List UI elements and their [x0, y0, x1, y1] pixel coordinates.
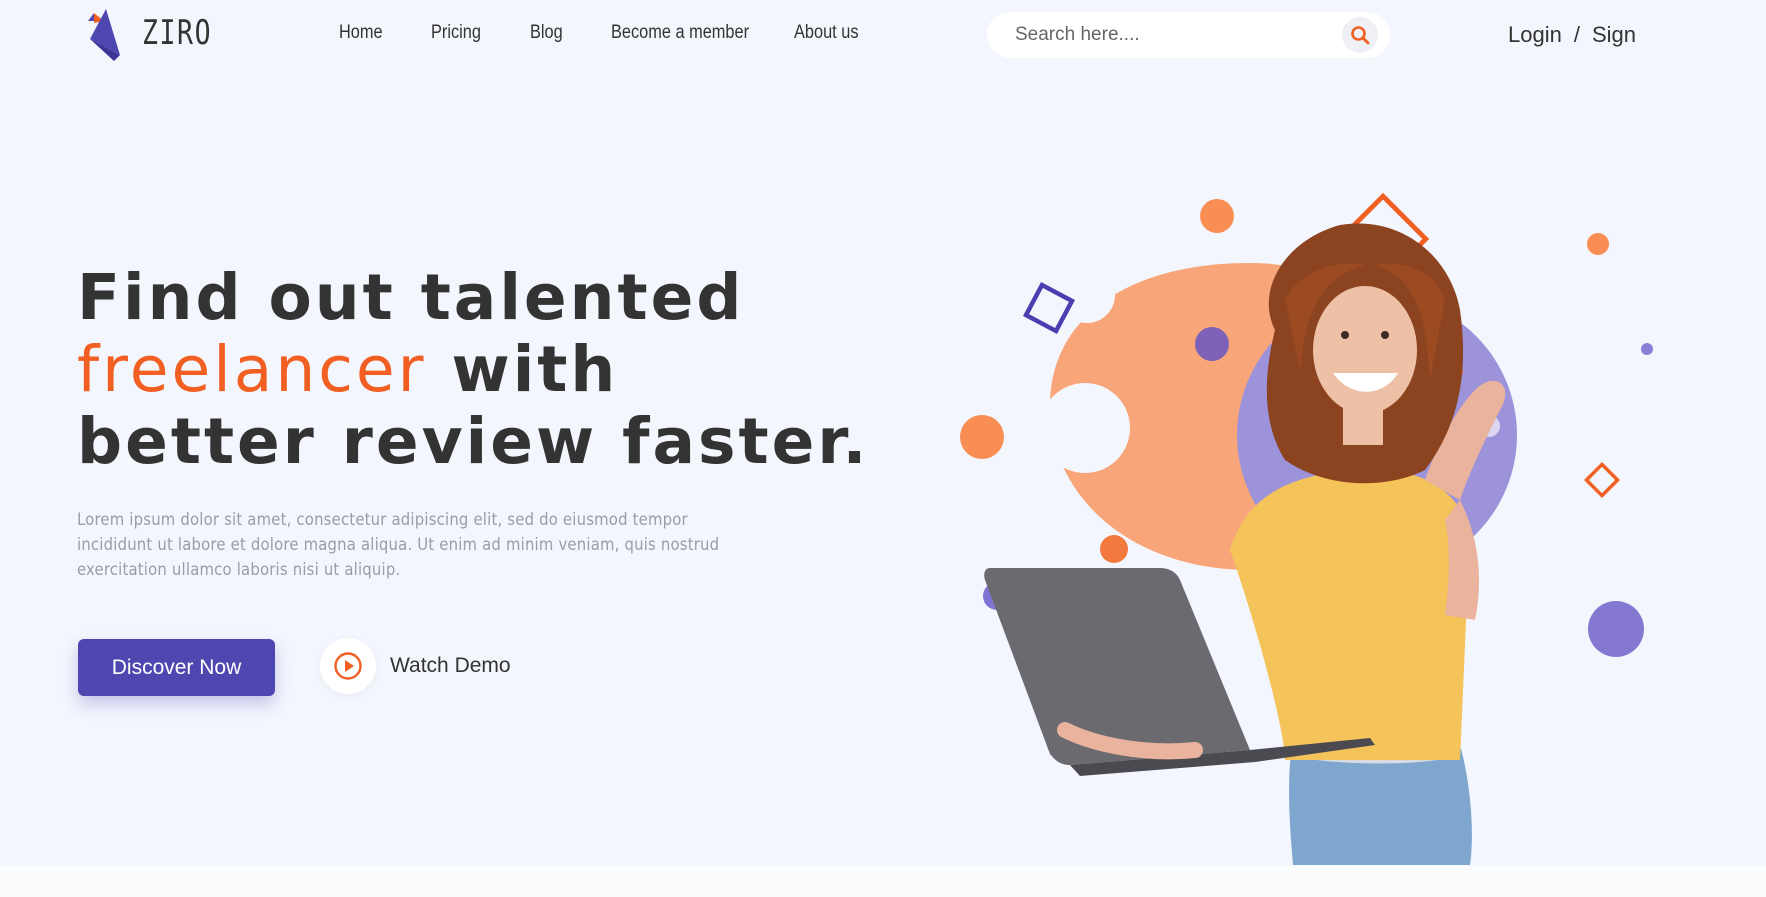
hero-title-line3: better review faster. [77, 405, 870, 478]
sign-link[interactable]: Sign [1592, 22, 1636, 48]
nav-about-us[interactable]: About us [794, 22, 859, 44]
site-header: ZIRO Home Pricing Blog Become a member A… [0, 0, 1766, 75]
person-illustration [1230, 223, 1506, 865]
bottom-strip [0, 866, 1766, 897]
nav-become-member[interactable]: Become a member [611, 22, 749, 44]
logo[interactable]: ZIRO [80, 9, 215, 61]
hero-illustration [960, 192, 1653, 865]
watch-demo-label: Watch Demo [390, 654, 511, 677]
hero-title-line1: Find out talented [77, 261, 745, 334]
auth-links: Login / Sign [1508, 22, 1636, 48]
hero-title-line2-rest: with [426, 333, 619, 406]
nav-pricing[interactable]: Pricing [431, 22, 481, 44]
hero-description: Lorem ipsum dolor sit amet, consectetur … [77, 510, 720, 579]
watch-demo-button[interactable]: Watch Demo [320, 636, 511, 696]
search-input[interactable] [1015, 22, 1315, 48]
login-link[interactable]: Login [1508, 22, 1562, 48]
nav-blog[interactable]: Blog [530, 22, 563, 44]
hero-title-line2: freelancer with [77, 334, 869, 406]
search-bar [987, 12, 1390, 58]
hero-title: Find out talented freelancer with better… [77, 262, 869, 478]
auth-separator: / [1573, 22, 1580, 47]
play-icon [334, 652, 362, 680]
logo-icon [88, 9, 120, 61]
search-button[interactable] [1342, 17, 1378, 53]
nav-home[interactable]: Home [339, 22, 383, 44]
play-button[interactable] [320, 638, 376, 694]
search-icon [1351, 26, 1370, 45]
logo-text: ZIRO [142, 13, 213, 53]
discover-now-button[interactable]: Discover Now [78, 639, 275, 696]
hero-title-accent: freelancer [77, 333, 427, 406]
